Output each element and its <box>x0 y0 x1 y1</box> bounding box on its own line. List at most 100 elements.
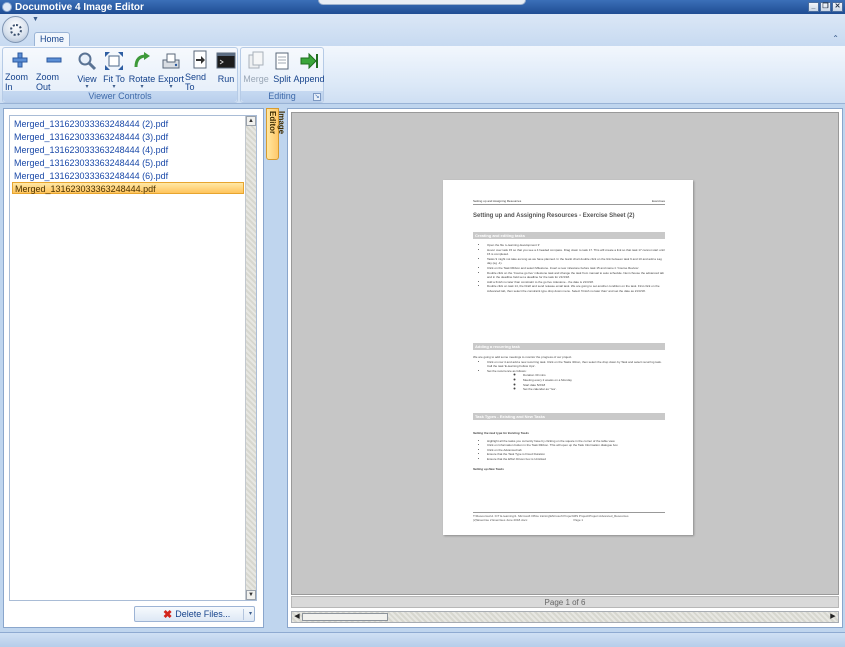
zoom-out-icon <box>43 50 65 70</box>
merge-icon <box>245 50 267 72</box>
export-icon <box>160 50 182 72</box>
group-editing: Merge Split Append Editing ↘ <box>240 47 325 103</box>
scroll-left-icon[interactable]: ◀ <box>292 612 302 622</box>
page-indicator: Page 1 of 6 <box>291 596 839 608</box>
delete-x-icon: ✖ <box>163 608 173 621</box>
view-button[interactable]: View ▾ <box>75 50 99 92</box>
section-body: Setting the task type for Existing Tasks… <box>473 431 665 471</box>
qat-customize-icon[interactable]: ▼ <box>32 16 39 23</box>
file-item[interactable]: Merged_131623033363248444 (6).pdf <box>12 170 168 182</box>
restore-button[interactable]: ❐ <box>820 2 831 12</box>
merge-label: Merge <box>243 74 269 84</box>
page-content: Setting up and Assigning Resources Exerc… <box>443 180 693 535</box>
file-item[interactable]: Merged_131623033363248444 (4).pdf <box>12 144 168 156</box>
magnifier-icon <box>76 50 98 72</box>
application-menu-button[interactable] <box>2 16 29 43</box>
footer-line: (2)\Exercise 2 Exercises June 2018.docx … <box>473 518 583 522</box>
file-list: Merged_131623033363248444 (2).pdf Merged… <box>9 115 257 601</box>
group-viewer-controls: Zoom In Zoom Out View ▾ Fit To ▾ Rotate … <box>2 47 238 103</box>
fit-to-button[interactable]: Fit To ▾ <box>102 50 126 92</box>
scroll-thumb[interactable] <box>302 613 388 621</box>
viewer-canvas[interactable]: Setting up and Assigning Resources Exerc… <box>291 112 839 595</box>
file-item[interactable]: Merged_131623033363248444 (5).pdf <box>12 157 168 169</box>
delete-split-divider <box>243 609 244 620</box>
rotate-icon <box>131 50 153 72</box>
page-header-left: Setting up and Assigning Resources <box>473 199 522 203</box>
split-icon <box>271 50 293 72</box>
file-item[interactable]: Merged_131623033363248444 (2).pdf <box>12 118 168 130</box>
dialog-launcher-icon[interactable]: ↘ <box>313 93 321 101</box>
document-viewer: Setting up and Assigning Resources Exerc… <box>287 108 843 628</box>
view-dropdown-icon: ▾ <box>85 84 89 90</box>
bullet: Ensure that the Effort Driven box is Unt… <box>487 457 665 462</box>
delete-files-label: Delete Files... <box>175 609 231 619</box>
append-button[interactable]: Append <box>293 50 325 92</box>
run-label: Run <box>217 74 235 84</box>
zoom-in-button[interactable]: Zoom In <box>5 50 35 92</box>
window-controls: _ ❐ ✕ <box>808 2 843 12</box>
file-panel: Merged_131623033363248444 (2).pdf Merged… <box>3 108 264 628</box>
scroll-right-icon[interactable]: ▶ <box>828 612 838 622</box>
zoom-in-label: Zoom In <box>5 72 29 92</box>
minimize-button[interactable]: _ <box>808 2 819 12</box>
fit-to-icon <box>103 50 125 72</box>
file-item[interactable]: Merged_131623033363248444 (3).pdf <box>12 131 168 143</box>
merge-button[interactable]: Merge <box>243 50 269 92</box>
zoom-in-icon <box>9 50 31 70</box>
ribbon-collapse-icon[interactable]: ⌃ <box>832 34 839 43</box>
send-to-label: Send To <box>185 72 207 92</box>
side-tab-label: Image Editor <box>268 111 286 135</box>
append-label: Append <box>293 74 325 84</box>
app-icon <box>2 2 12 12</box>
subheading: Setting the task type for Existing Tasks <box>473 431 529 435</box>
zoom-out-label: Zoom Out <box>36 72 60 92</box>
scroll-down-icon[interactable]: ▼ <box>246 590 256 600</box>
view-label: View <box>77 74 97 84</box>
split-button[interactable]: Split <box>271 50 293 92</box>
split-label: Split <box>273 74 291 84</box>
bullet: Click on the Task Ribbon and select Mile… <box>487 266 665 271</box>
fit-to-label: Fit To <box>103 74 125 84</box>
viewer-horizontal-scrollbar[interactable]: ◀ ▶ <box>291 611 839 623</box>
bullet: Double click on the 'Course go live' mil… <box>487 271 665 280</box>
app-orb-icon <box>9 23 22 36</box>
delete-files-button[interactable]: ✖ Delete Files... ▾ <box>134 606 255 622</box>
export-button[interactable]: Export ▾ <box>156 50 186 92</box>
run-button[interactable]: Run <box>215 50 237 92</box>
footer-page: Page 1 <box>573 518 583 522</box>
section-body: We are going to add some meetings to mon… <box>473 355 665 392</box>
send-to-icon <box>189 50 211 70</box>
title-bar: Documotive 4 Image Editor _ ❐ ✕ <box>0 0 845 14</box>
delete-dropdown-icon[interactable]: ▾ <box>249 610 252 617</box>
quick-access-toolbar: ▼ Home ⌃ <box>0 14 845 46</box>
rotate-label: Rotate <box>128 74 156 84</box>
export-dropdown-icon: ▾ <box>169 84 173 90</box>
section-heading: Creating and editing tasks <box>473 232 665 239</box>
footer-path-2: (2)\Exercise 2 Exercises June 2018.docx <box>473 518 528 522</box>
bullet: Tasks 9 might not take as long as we hav… <box>487 257 665 266</box>
section-heading: Task Types - Existing and New Tasks <box>473 413 665 420</box>
ribbon: Zoom In Zoom Out View ▾ Fit To ▾ Rotate … <box>0 46 845 104</box>
bullet: Double click on task 14, the Draft and s… <box>487 284 665 293</box>
section-heading: Adding a recurring task <box>473 343 665 350</box>
document-page: Setting up and Assigning Resources Exerc… <box>443 180 693 535</box>
file-item-selected[interactable]: Merged_131623033363248444.pdf <box>12 182 244 194</box>
scroll-up-icon[interactable]: ▲ <box>246 116 256 126</box>
titlebar-notch <box>318 0 526 5</box>
tab-home[interactable]: Home <box>34 32 70 46</box>
image-editor-side-tab[interactable]: Image Editor <box>266 108 286 160</box>
zoom-out-button[interactable]: Zoom Out <box>36 50 72 92</box>
fit-to-dropdown-icon: ▾ <box>112 84 116 90</box>
status-bar <box>0 632 845 647</box>
page-footer: T:\Resources\4. ICT E-learning\1. Micros… <box>473 512 665 522</box>
viewer-controls-label: Viewer Controls <box>3 91 237 102</box>
sub-bullet: Set the calendar as 'Yes'. <box>523 387 665 392</box>
append-arrow-icon <box>298 50 320 72</box>
close-button[interactable]: ✕ <box>832 2 843 12</box>
page-header-right: Exercises <box>651 199 665 203</box>
rotate-button[interactable]: Rotate ▾ <box>128 50 156 92</box>
page-header: Setting up and Assigning Resources Exerc… <box>473 199 665 205</box>
run-console-icon <box>215 50 237 72</box>
file-list-scrollbar[interactable]: ▲ ▼ <box>245 116 256 600</box>
send-to-button[interactable]: Send To ▾ <box>185 50 215 98</box>
